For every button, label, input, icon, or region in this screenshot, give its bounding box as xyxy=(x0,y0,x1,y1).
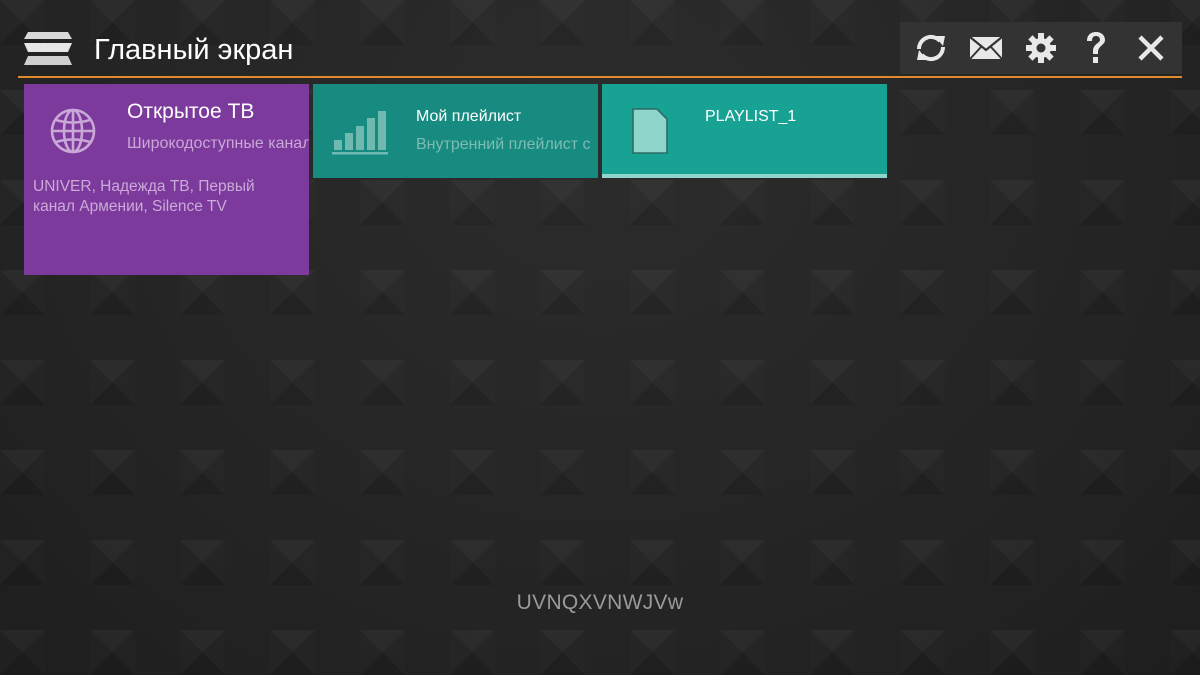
tile-title: Мой плейлист xyxy=(416,108,522,125)
header-bar: Главный экран xyxy=(18,22,1182,78)
gear-icon[interactable] xyxy=(1018,25,1064,71)
tile-open-tv[interactable]: Открытое ТВ Широкодоступные каналы UNIVE… xyxy=(24,84,309,275)
tile-subtitle: Внутренний плейлист с xyxy=(416,136,591,153)
tile-description: UNIVER, Надежда ТВ, Первый канал Армении… xyxy=(33,178,255,215)
close-icon[interactable] xyxy=(1128,25,1174,71)
tile-title: PLAYLIST_1 xyxy=(705,108,797,125)
tile-my-playlist[interactable]: Мой плейлист Внутренний плейлист с xyxy=(313,84,598,178)
question-icon[interactable] xyxy=(1073,25,1119,71)
footer-code: UVNQXVNWJVw xyxy=(516,591,684,614)
tile-playlist-1[interactable]: PLAYLIST_1 xyxy=(602,84,887,178)
file-icon xyxy=(631,107,669,160)
signal-bars-icon xyxy=(332,108,390,161)
hamburger-stack-icon[interactable] xyxy=(22,30,72,68)
tile-subtitle: Широкодоступные каналы xyxy=(127,135,309,152)
tile-title: Открытое ТВ xyxy=(127,100,255,123)
page-title: Главный экран xyxy=(94,34,294,66)
globe-icon xyxy=(48,106,98,161)
envelope-icon[interactable] xyxy=(963,25,1009,71)
refresh-icon[interactable] xyxy=(908,25,954,71)
toolbar xyxy=(900,22,1182,74)
